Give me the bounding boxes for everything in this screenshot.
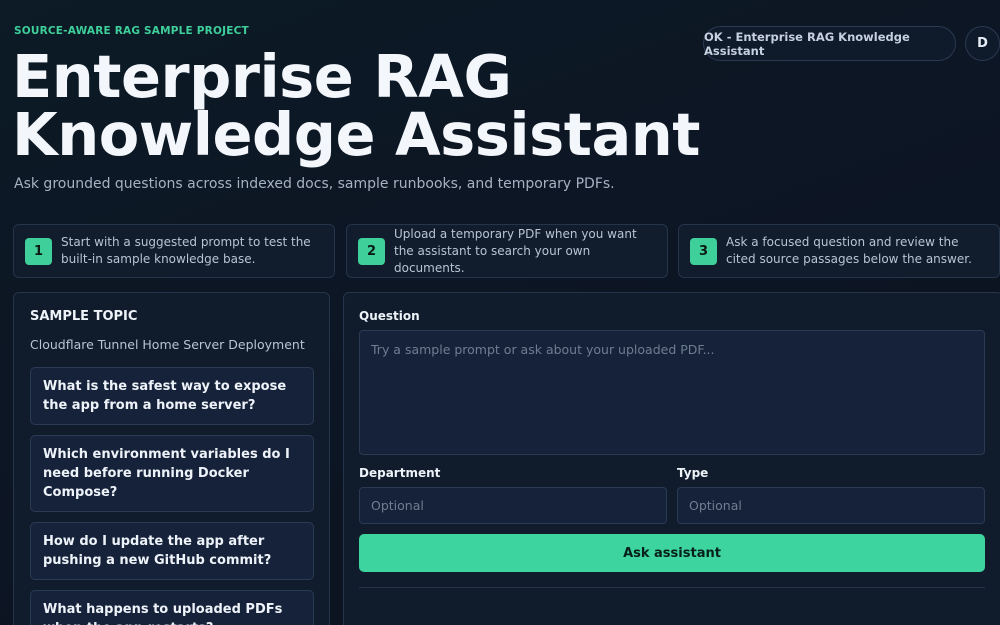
department-input[interactable] (359, 487, 667, 524)
avatar[interactable]: D (965, 26, 1000, 61)
page-title: Enterprise RAG Knowledge Assistant (12, 47, 712, 164)
sample-topic-sidebar: SAMPLE TOPIC Cloudflare Tunnel Home Serv… (13, 292, 330, 625)
divider (359, 587, 985, 588)
step-number-badge: 1 (25, 237, 52, 265)
step-text: Upload a temporary PDF when you want the… (394, 226, 637, 275)
sample-prompt-button[interactable]: What happens to uploaded PDFs when the a… (30, 590, 314, 625)
step-number-badge: 2 (358, 237, 385, 265)
question-panel: Question Department Type Ask assistant (343, 292, 1000, 625)
step-card-1: 1 Start with a suggested prompt to test … (13, 224, 335, 278)
department-label: Department (359, 466, 441, 480)
sample-prompt-button[interactable]: What is the safest way to expose the app… (30, 367, 314, 425)
sample-prompt-button[interactable]: How do I update the app after pushing a … (30, 522, 314, 580)
sidebar-heading: SAMPLE TOPIC (30, 309, 138, 324)
eyebrow-label: SOURCE-AWARE RAG SAMPLE PROJECT (14, 25, 249, 37)
page-title-line-2: Knowledge Assistant (12, 100, 701, 169)
question-label: Question (359, 309, 420, 323)
page-subtitle: Ask grounded questions across indexed do… (14, 176, 615, 192)
page: SOURCE-AWARE RAG SAMPLE PROJECT Enterpri… (0, 0, 1000, 625)
step-number-badge: 3 (690, 237, 717, 265)
type-label: Type (677, 466, 709, 480)
step-text: Start with a suggested prompt to test th… (61, 235, 311, 266)
ask-assistant-button[interactable]: Ask assistant (359, 534, 985, 572)
sidebar-topic-name: Cloudflare Tunnel Home Server Deployment (30, 337, 305, 352)
step-card-3: 3 Ask a focused question and review the … (678, 224, 1000, 278)
question-input[interactable] (359, 330, 985, 455)
step-card-2: 2 Upload a temporary PDF when you want t… (346, 224, 668, 278)
type-input[interactable] (677, 487, 985, 524)
sample-prompt-button[interactable]: Which environment variables do I need be… (30, 435, 314, 512)
step-text: Ask a focused question and review the ci… (726, 235, 972, 266)
status-badge: OK - Enterprise RAG Knowledge Assistant (703, 26, 956, 61)
